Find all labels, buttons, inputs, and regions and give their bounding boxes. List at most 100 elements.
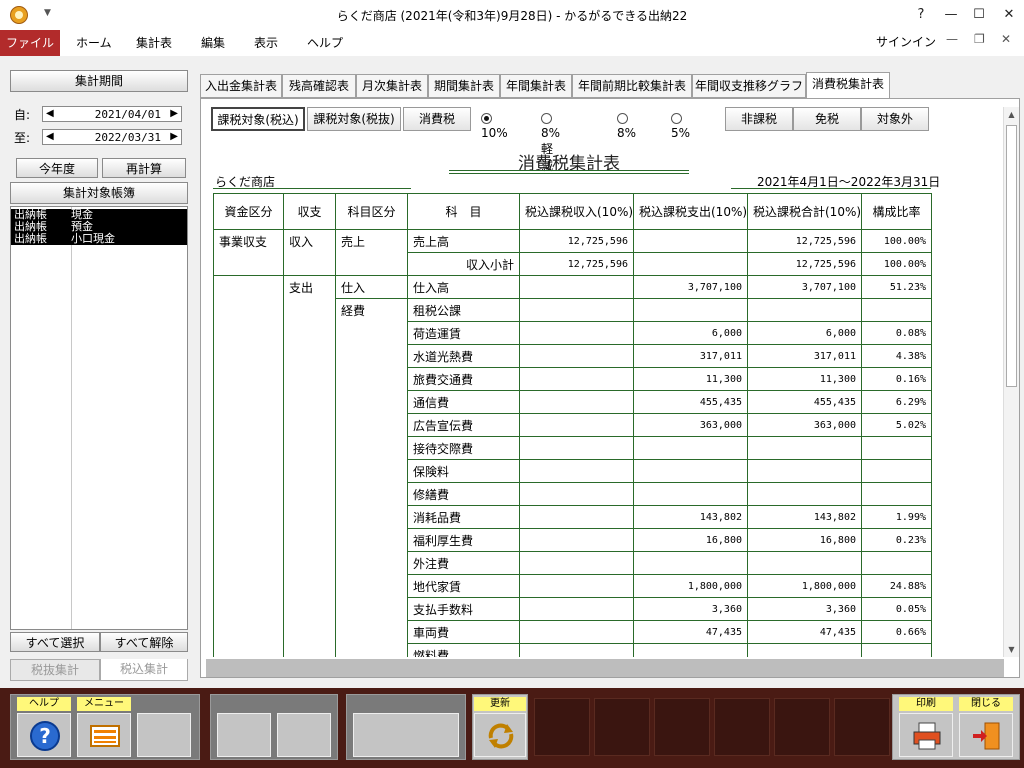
prev-arrow-icon[interactable]: ◀ [46,108,54,119]
accounts-button[interactable]: 集計対象帳簿 [10,182,188,204]
table-row: 収入小計 12,725,596 12,725,596 100.00% [213,252,932,276]
prev-arrow-icon[interactable]: ◀ [46,131,54,142]
help-button[interactable]: ? [17,713,71,757]
print-button[interactable] [899,713,953,757]
empty-slot [137,713,191,757]
cell-exp: 1,800,000 [633,574,748,598]
tab-balance-check[interactable]: 残高確認表 [282,74,356,98]
cell-pct: 0.66% [861,620,932,644]
cell-exp [633,482,748,506]
close-button[interactable] [959,713,1013,757]
empty-slot [217,713,271,757]
cell-tot: 455,435 [747,390,862,414]
tab-period[interactable]: 期間集計表 [428,74,500,98]
cell-pct: 1.99% [861,505,932,529]
horizontal-scrollbar[interactable] [206,659,1004,677]
radio-5[interactable]: 5% [671,112,690,140]
scroll-down-icon[interactable]: ▼ [1004,642,1019,657]
ribbon-minimize-icon[interactable]: — [946,32,958,46]
out-of-scope-button[interactable]: 対象外 [861,107,929,131]
help-question-button[interactable]: ? [906,4,936,26]
consumption-tax-button[interactable]: 消費税 [403,107,471,131]
menu-button[interactable] [77,713,131,757]
ribbon-restore-icon[interactable]: ❐ [974,32,985,46]
cell-c0 [213,459,284,483]
cell-exp: 11,300 [633,367,748,391]
from-date-value: 2021/04/01 [94,108,161,121]
next-arrow-icon[interactable]: ▶ [170,108,178,119]
account-list[interactable]: 出納帳 現金 出納帳 預金 出納帳 小口現金 [10,206,188,630]
tab-consumption-tax[interactable]: 消費税集計表 [806,72,890,99]
menu-help[interactable]: ヘルプ [307,30,343,56]
close-window-button[interactable]: ✕ [994,4,1024,26]
non-taxable-button[interactable]: 非課税 [725,107,793,131]
menu-file[interactable]: ファイル [0,30,60,56]
cell-c2 [335,528,408,552]
cell-pct [861,643,932,657]
taxable-excl-button[interactable]: 課税対象(税抜) [307,107,401,131]
scroll-up-icon[interactable]: ▲ [1004,107,1019,122]
menu-reports[interactable]: 集計表 [136,30,172,56]
to-date-field[interactable]: ◀ 2022/03/31 ▶ [42,129,182,145]
from-date-field[interactable]: ◀ 2021/04/01 ▶ [42,106,182,122]
help-label: ヘルプ [17,697,71,711]
this-year-button[interactable]: 今年度 [16,158,98,178]
refresh-button[interactable] [474,713,526,757]
cell-inc [519,643,634,657]
tab-annual-graph[interactable]: 年間収支推移グラフ [692,74,806,98]
table-row: 支出 仕入 仕入高 3,707,100 3,707,100 51.23% [213,275,932,299]
cell-c3: 燃料費 [407,643,520,657]
table-row: 通信費 455,435 455,435 6.29% [213,390,932,414]
cell-pct: 0.23% [861,528,932,552]
recalc-button[interactable]: 再計算 [102,158,186,178]
cell-c3: 地代家賃 [407,574,520,598]
menu-view[interactable]: 表示 [254,30,278,56]
cell-c3: 車両費 [407,620,520,644]
tab-annual[interactable]: 年間集計表 [500,74,572,98]
menu-list-icon [90,725,120,747]
help-question-icon: ? [30,721,60,751]
signin-link[interactable]: サインイン [876,30,936,54]
window-title: らくだ商店 (2021年(令和3年)9月28日) - かるがるできる出納22 [336,9,688,23]
tab-monthly[interactable]: 月次集計表 [356,74,428,98]
tax-exempt-button[interactable]: 免税 [793,107,861,131]
table-row: 外注費 [213,551,932,575]
cell-pct [861,482,932,506]
cell-exp [633,252,748,276]
cell-inc [519,275,634,299]
empty-slot [277,713,331,757]
cell-pct: 4.38% [861,344,932,368]
cell-c1 [283,551,336,575]
ribbon-close-icon[interactable]: ✕ [1001,32,1011,46]
table-row: 消耗品費 143,802 143,802 1.99% [213,505,932,529]
cell-inc [519,413,634,437]
minimize-button[interactable]: — [936,4,966,26]
refresh-label: 更新 [474,697,526,711]
select-all-button[interactable]: すべて選択 [10,632,100,652]
tab-cashflow[interactable]: 入出金集計表 [200,74,282,98]
scroll-thumb[interactable] [1006,125,1017,387]
cell-pct: 5.02% [861,413,932,437]
radio-10[interactable]: 10% [481,112,508,140]
maximize-button[interactable]: ☐ [964,4,994,26]
menu-home[interactable]: ホーム [76,30,112,56]
tab-tax-included[interactable]: 税込集計 [100,659,188,681]
tab-annual-compare[interactable]: 年間前期比較集計表 [572,74,692,98]
radio-8[interactable]: 8% [617,112,636,140]
cell-c3: 支払手数料 [407,597,520,621]
cell-c3: 旅費交通費 [407,367,520,391]
deselect-all-button[interactable]: すべて解除 [100,632,188,652]
cell-tot [747,482,862,506]
vertical-scrollbar[interactable]: ▲ ▼ [1003,107,1019,657]
list-item[interactable]: 出納帳 小口現金 [11,233,187,245]
cell-c0 [213,597,284,621]
next-arrow-icon[interactable]: ▶ [170,131,178,142]
taxable-incl-button[interactable]: 課税対象(税込) [211,107,305,131]
header-fund-class: 資金区分 [213,193,284,230]
cell-inc [519,505,634,529]
table-row: 修繕費 [213,482,932,506]
period-button[interactable]: 集計期間 [10,70,188,92]
tab-tax-excluded[interactable]: 税抜集計 [10,659,100,681]
left-panel: 集計期間 自: ◀ 2021/04/01 ▶ 至: ◀ 2022/03/31 ▶… [6,66,192,686]
menu-edit[interactable]: 編集 [201,30,225,56]
